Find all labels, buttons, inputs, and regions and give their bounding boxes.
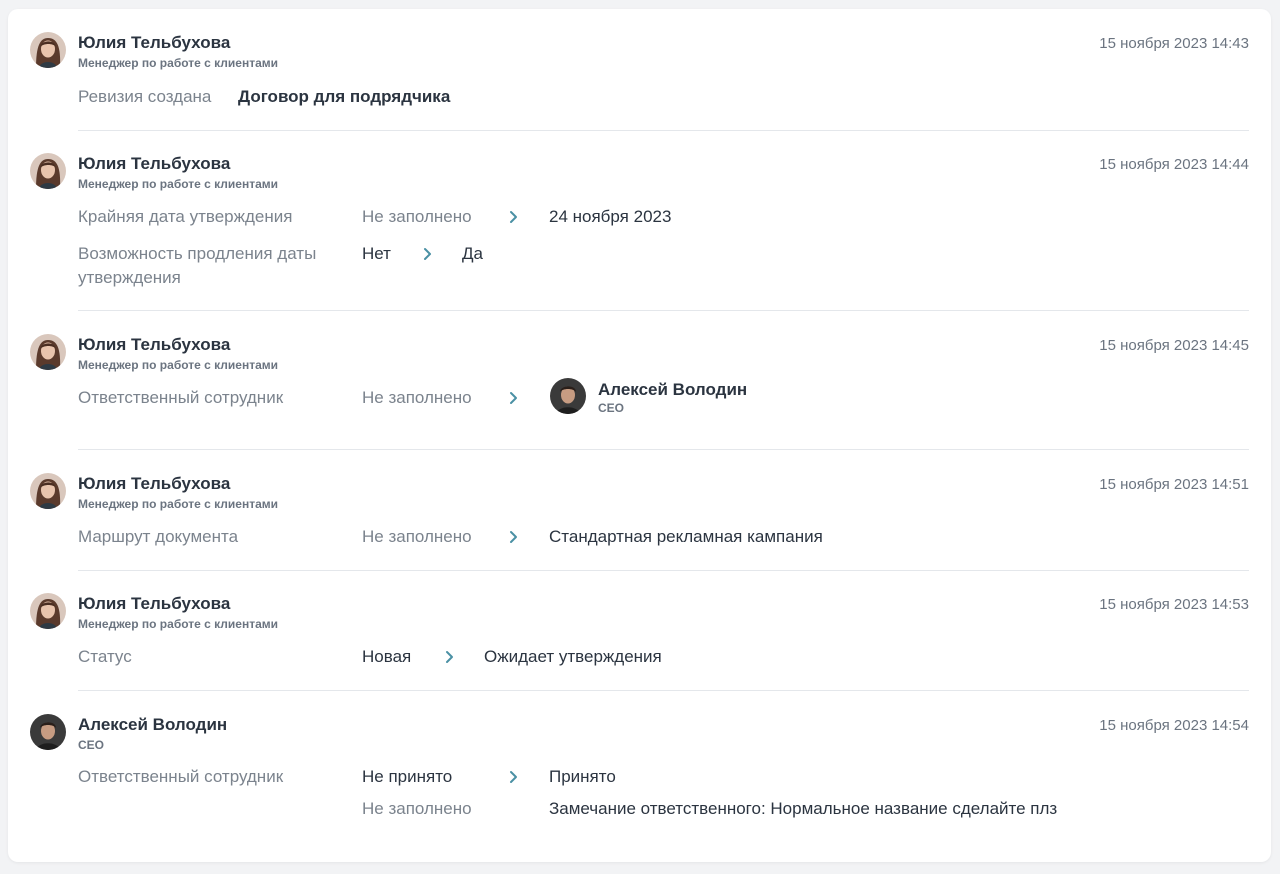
change-row: Крайняя дата утверждения Не заполнено 24… [78, 205, 1249, 229]
author-name[interactable]: Юлия Тельбухова [78, 594, 230, 614]
change-label: Возможность продления даты утверждения [78, 244, 317, 287]
change-row: Ревизия создана Договор для подрядчика [78, 85, 1249, 109]
change-from: Не заполнено [362, 388, 472, 407]
chevron-right-icon [441, 649, 457, 665]
user-name: Алексей Володин [598, 380, 748, 399]
chevron-right-icon [505, 769, 521, 785]
document-link[interactable]: Договор для подрядчика [238, 85, 450, 109]
timestamp: 15 ноября 2023 14:51 [1099, 476, 1249, 493]
history-card: Юлия Тельбухова Менеджер по работе с кли… [8, 9, 1271, 862]
divider [78, 570, 1249, 571]
change-from: Не заполнено [362, 799, 472, 818]
chevron-right-icon [505, 209, 521, 225]
timestamp: 15 ноября 2023 14:53 [1099, 596, 1249, 613]
change-row: Не заполнено Замечание ответственного: Н… [78, 797, 1249, 821]
divider [78, 130, 1249, 131]
divider [78, 690, 1249, 691]
avatar[interactable] [30, 153, 66, 189]
author-role: Менеджер по работе с клиентами [78, 358, 279, 372]
change-row: Статус Новая Ожидает утверждения [78, 645, 1249, 669]
change-from: Нет [362, 244, 391, 263]
history-entry: Юлия Тельбухова Менеджер по работе с кли… [30, 334, 1249, 444]
change-row: Ответственный сотрудник Не заполнено Але… [78, 386, 1249, 415]
author-name[interactable]: Юлия Тельбухова [78, 33, 230, 53]
timestamp: 15 ноября 2023 14:54 [1099, 717, 1249, 734]
divider [78, 449, 1249, 450]
history-entry: Юлия Тельбухова Менеджер по работе с кли… [30, 153, 1249, 293]
change-from: Новая [362, 647, 412, 666]
author-role: Менеджер по работе с клиентами [78, 177, 279, 191]
change-label: Статус [78, 647, 132, 666]
change-to: Ожидает утверждения [484, 647, 662, 666]
avatar[interactable] [30, 334, 66, 370]
divider [78, 310, 1249, 311]
author-name[interactable]: Юлия Тельбухова [78, 335, 230, 355]
history-entry: Юлия Тельбухова Менеджер по работе с кли… [30, 593, 1249, 683]
change-from: Не заполнено [362, 207, 472, 226]
avatar[interactable] [550, 378, 586, 414]
change-to: Принято [549, 767, 616, 786]
change-to: Да [462, 244, 483, 263]
change-row: Маршрут документа Не заполнено Стандартн… [78, 525, 1249, 549]
chevron-right-icon [505, 390, 521, 406]
author-name[interactable]: Юлия Тельбухова [78, 474, 230, 494]
author-role: Менеджер по работе с клиентами [78, 56, 279, 70]
change-label: Маршрут документа [78, 527, 239, 546]
change-label: Ответственный сотрудник [78, 767, 284, 786]
timestamp: 15 ноября 2023 14:43 [1099, 35, 1249, 52]
avatar[interactable] [30, 473, 66, 509]
author-role: CEO [78, 738, 105, 752]
timestamp: 15 ноября 2023 14:45 [1099, 337, 1249, 354]
change-from: Не заполнено [362, 527, 472, 546]
timestamp: 15 ноября 2023 14:44 [1099, 156, 1249, 173]
chevron-right-icon [505, 529, 521, 545]
change-to: Стандартная рекламная кампания [549, 527, 823, 546]
history-entry: Алексей Володин CEO 15 ноября 2023 14:54… [30, 714, 1249, 834]
change-label: Ревизия создана [78, 87, 212, 106]
change-to: 24 ноября 2023 [549, 207, 672, 226]
change-from: Не принято [362, 767, 453, 786]
change-label: Ответственный сотрудник [78, 388, 284, 407]
change-row: Ответственный сотрудник Не принято Приня… [78, 765, 1249, 789]
avatar[interactable] [30, 593, 66, 629]
chevron-right-icon [419, 246, 435, 262]
user-role: CEO [598, 401, 625, 415]
avatar[interactable] [30, 714, 66, 750]
author-role: Менеджер по работе с клиентами [78, 497, 279, 511]
avatar[interactable] [30, 32, 66, 68]
author-name[interactable]: Юлия Тельбухова [78, 154, 230, 174]
author-name[interactable]: Алексей Володин [78, 715, 227, 735]
change-comment: Замечание ответственного: Нормальное наз… [549, 799, 1058, 818]
history-entry: Юлия Тельбухова Менеджер по работе с кли… [30, 32, 1249, 132]
change-row: Возможность продления даты утверждения Н… [78, 242, 1249, 290]
history-entry: Юлия Тельбухова Менеджер по работе с кли… [30, 473, 1249, 563]
author-role: Менеджер по работе с клиентами [78, 617, 279, 631]
change-label: Крайняя дата утверждения [78, 207, 293, 226]
